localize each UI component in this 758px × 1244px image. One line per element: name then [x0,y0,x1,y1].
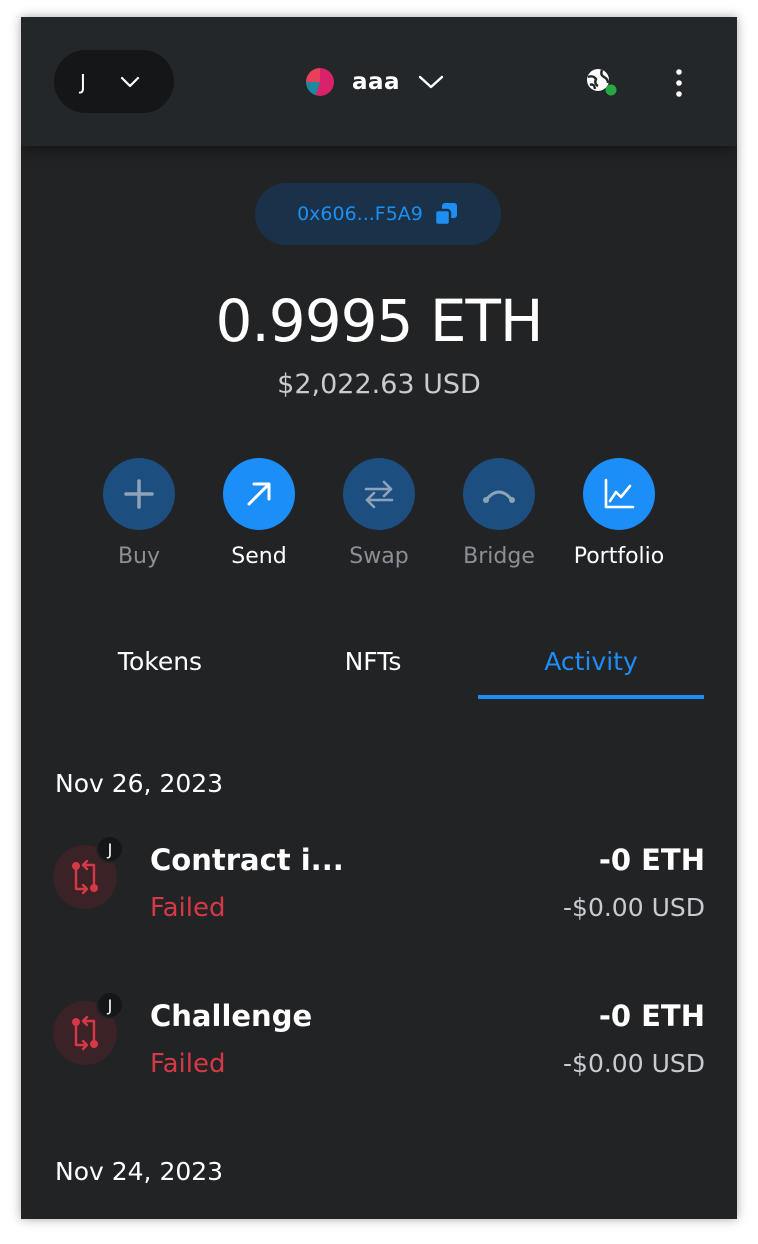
network-name: aaa [352,69,401,95]
tab-bar: Tokens NFTs Activity [51,637,707,699]
balance-fiat: $2,022.63 USD [277,369,481,400]
account-address: 0x606...F5A9 [297,203,423,225]
tab-tokens[interactable]: Tokens [51,637,269,699]
account-initial: J [80,69,86,94]
copy-icon [433,203,457,227]
swap-button[interactable]: Swap [319,458,439,569]
activity-date-header: Nov 26, 2023 [55,769,224,798]
chevron-down-icon [418,75,444,89]
bridge-button-circle [463,458,535,530]
bridge-button[interactable]: Bridge [439,458,559,569]
connected-status-dot [605,84,617,96]
contract-interaction-icon [72,859,98,895]
action-bar: Buy Send Swap Bridge Portfolio [21,458,737,578]
transaction-title: Challenge [150,999,313,1033]
portfolio-button-circle [583,458,655,530]
account-picker-button[interactable]: J [54,50,174,113]
transaction-amount: -0 ETH [598,843,705,877]
transaction-fiat-amount: -$0.00 USD [563,1049,705,1078]
connected-site-globe-icon[interactable] [584,67,618,97]
arrow-up-right-icon [247,482,271,506]
balance-amount: 0.9995 ETH [21,287,737,355]
chart-icon [604,478,635,509]
transaction-status: Failed [150,1049,226,1079]
account-badge: J [96,835,124,863]
buy-label: Buy [117,544,161,569]
tab-nfts[interactable]: NFTs [264,637,482,699]
wallet-window: J aaa 0x606...F5A9 0.9995 ETH $2,022.63 … [21,17,737,1219]
bridge-icon [483,490,515,503]
app-header: J aaa [21,17,737,146]
swap-arrows-icon [364,480,394,509]
account-badge: J [96,991,124,1019]
buy-button-circle [103,458,175,530]
account-address-copy-button[interactable]: 0x606...F5A9 [255,183,501,245]
activity-date-header: Nov 24, 2023 [55,1157,224,1186]
transaction-amount: -0 ETH [598,999,705,1033]
balance-unit: ETH [429,287,544,355]
balance-value: 0.9995 [215,287,413,355]
chevron-down-icon [120,76,140,87]
network-picker-button[interactable]: aaa [306,65,444,99]
transaction-fiat-amount: -$0.00 USD [563,893,705,922]
transaction-title: Contract i... [150,843,344,877]
send-label: Send [231,544,287,569]
swap-label: Swap [349,544,409,569]
tab-activity[interactable]: Activity [478,637,704,699]
buy-button[interactable]: Buy [79,458,199,569]
portfolio-button[interactable]: Portfolio [559,458,679,569]
contract-interaction-icon [72,1015,98,1051]
plus-icon [124,479,154,509]
activity-list-item[interactable]: J Challenge Failed -0 ETH -$0.00 USD [53,991,705,1091]
network-logo-icon [306,68,334,96]
bridge-label: Bridge [463,544,535,569]
portfolio-label: Portfolio [573,544,665,569]
send-button-circle [223,458,295,530]
transaction-status: Failed [150,893,226,923]
send-button[interactable]: Send [199,458,319,569]
more-options-icon[interactable] [671,67,687,99]
activity-list-item[interactable]: J Contract i... Failed -0 ETH -$0.00 USD [53,835,705,935]
swap-button-circle [343,458,415,530]
